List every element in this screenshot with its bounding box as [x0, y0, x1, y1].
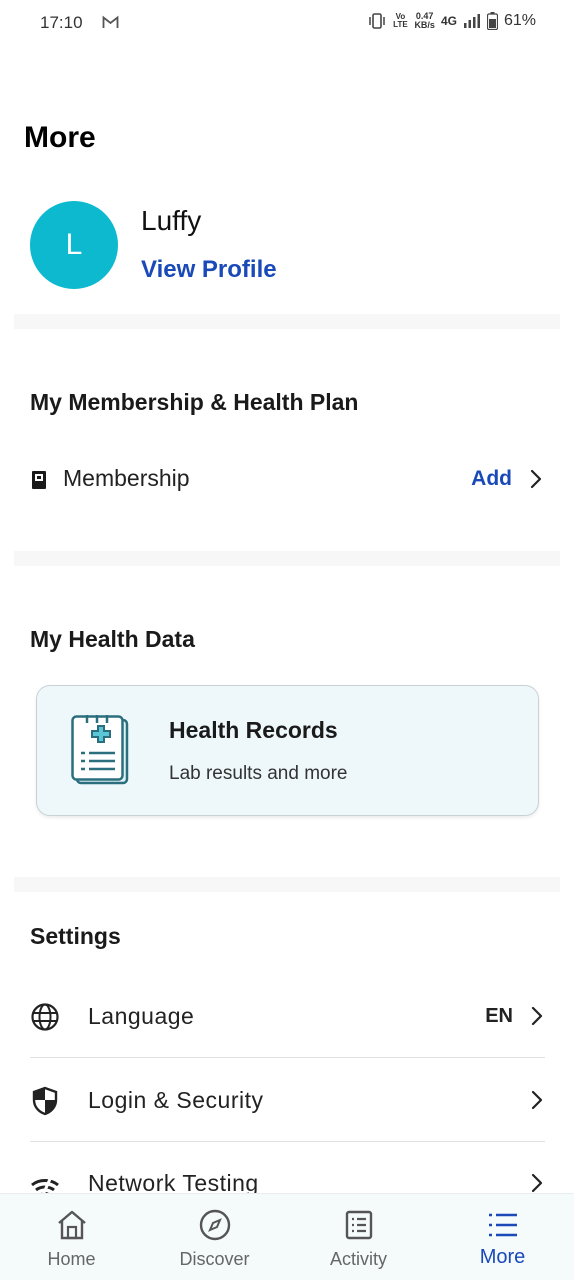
membership-label: Membership — [63, 465, 190, 491]
network-type: 4G — [440, 14, 457, 28]
battery-icon — [486, 12, 498, 30]
section-divider — [14, 877, 560, 892]
volte-label: Vo LTE — [393, 12, 408, 29]
nav-item-home[interactable]: Home — [0, 1194, 143, 1280]
language-value: EN — [485, 1005, 513, 1027]
battery-percent: 61% — [503, 12, 536, 29]
medical-record-icon — [71, 715, 129, 785]
gmail-icon — [102, 15, 119, 28]
membership-add-button[interactable]: Add — [471, 467, 512, 491]
membership-section-title: My Membership & Health Plan — [30, 389, 359, 415]
network-speed: 0.47 KB/s — [414, 12, 435, 30]
settings-section-title: Settings — [30, 923, 121, 949]
chevron-right-icon — [531, 1006, 543, 1026]
setting-row-login-security[interactable]: Login & Security — [30, 1060, 545, 1142]
membership-row[interactable]: Membership Add — [30, 455, 544, 503]
nav-label: More — [479, 1246, 526, 1268]
nav-item-activity[interactable]: Activity — [287, 1194, 430, 1280]
setting-label: Language — [88, 1003, 195, 1029]
avatar[interactable]: L — [30, 201, 118, 289]
nav-label: Discover — [179, 1249, 250, 1269]
health-records-card[interactable]: Health Records Lab results and more — [36, 685, 539, 816]
avatar-initial: L — [65, 228, 83, 261]
nav-label: Home — [47, 1249, 96, 1269]
status-time: 17:10 — [40, 13, 83, 32]
view-profile-link[interactable]: View Profile — [141, 256, 277, 284]
status-bar: 17:10 Vo LTE 0.47 KB/s 4G 61% — [0, 0, 574, 48]
vibrate-icon — [369, 13, 386, 29]
list-doc-icon — [345, 1210, 372, 1240]
home-icon — [57, 1210, 86, 1240]
shield-icon — [32, 1086, 58, 1116]
status-icons: Vo LTE 0.47 KB/s 4G 61% — [368, 12, 536, 30]
network-speed-unit: KB/s — [414, 20, 435, 30]
bottom-nav: Home Discover Activity More — [0, 1193, 574, 1280]
setting-row-language[interactable]: Language EN — [30, 976, 545, 1058]
profile-name: Luffy — [141, 205, 202, 236]
health-records-title: Health Records — [169, 717, 338, 743]
page-title: More — [24, 121, 96, 154]
signal-icon — [463, 14, 480, 28]
chevron-right-icon — [530, 469, 542, 489]
nav-label: Activity — [329, 1249, 387, 1269]
id-card-icon — [32, 471, 46, 489]
nav-item-more[interactable]: More — [431, 1194, 574, 1280]
chevron-right-icon — [531, 1090, 543, 1110]
globe-icon — [31, 1003, 59, 1031]
health-data-section-title: My Health Data — [30, 626, 195, 652]
compass-icon — [199, 1209, 230, 1241]
chevron-right-icon — [531, 1173, 543, 1193]
menu-list-icon — [488, 1213, 517, 1237]
health-records-subtitle: Lab results and more — [169, 763, 348, 784]
section-divider — [14, 551, 560, 566]
section-divider — [14, 314, 560, 329]
setting-label: Login & Security — [88, 1087, 264, 1113]
nav-item-discover[interactable]: Discover — [143, 1194, 286, 1280]
